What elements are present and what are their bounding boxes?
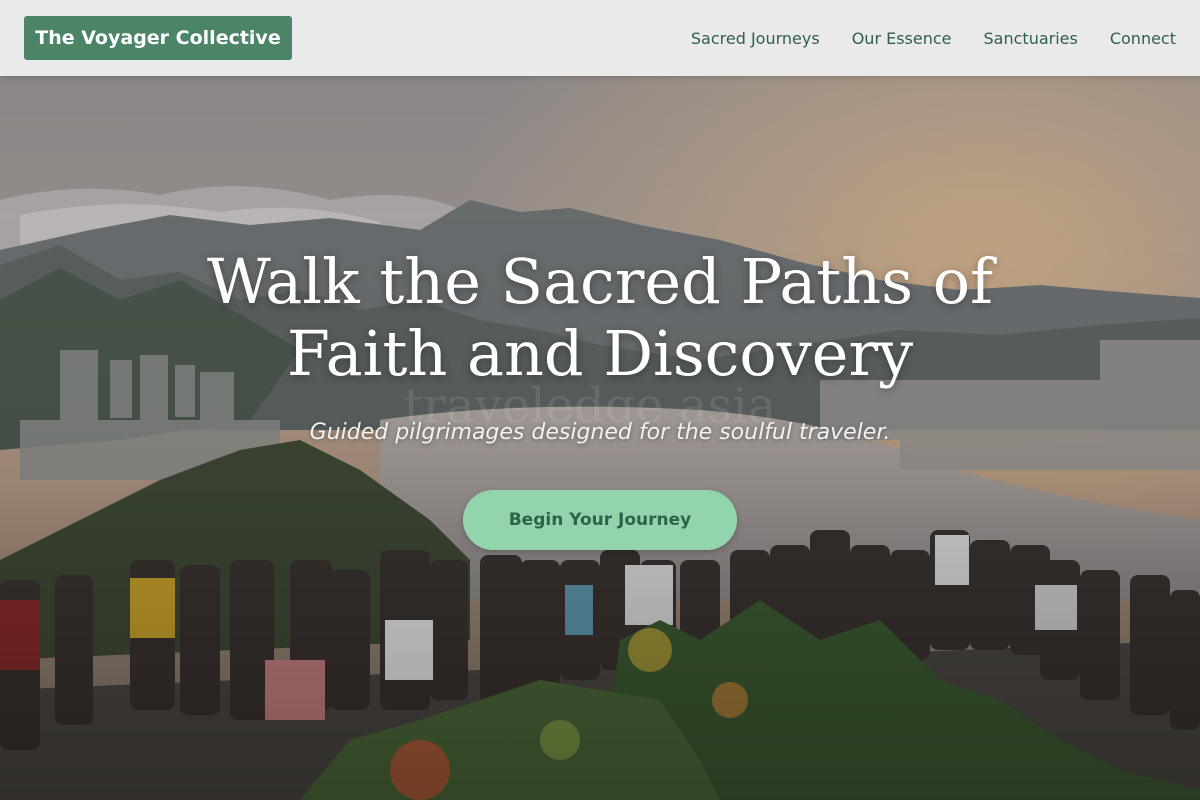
hero-subtitle: Guided pilgrimages designed for the soul… [309,420,891,445]
nav-link-sanctuaries[interactable]: Sanctuaries [984,29,1078,48]
hero-title: Walk the Sacred Paths of Faith and Disco… [150,246,1050,390]
site-header: The Voyager Collective Sacred Journeys O… [0,0,1200,76]
nav-link-connect[interactable]: Connect [1110,29,1176,48]
nav-link-sacred-journeys[interactable]: Sacred Journeys [691,29,820,48]
hero-title-line-1: Walk the Sacred Paths of [206,245,994,318]
page: traveledge asia The Voyager Collective S… [0,0,1200,800]
hero-title-line-2: Faith and Discovery [286,317,914,390]
hero-content: Walk the Sacred Paths of Faith and Disco… [0,0,1200,800]
main-nav: Sacred Journeys Our Essence Sanctuaries … [659,0,1176,76]
brand-logo[interactable]: The Voyager Collective [24,16,292,60]
nav-link-our-essence[interactable]: Our Essence [852,29,952,48]
begin-journey-button[interactable]: Begin Your Journey [463,490,737,550]
